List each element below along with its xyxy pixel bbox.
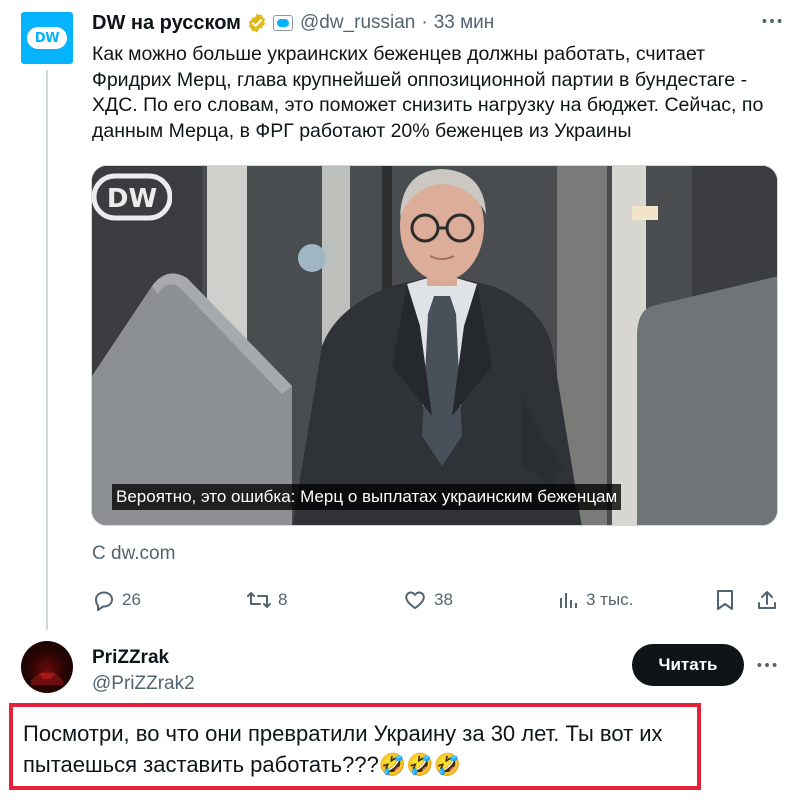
reply-display-name[interactable]: PriZZrak: [92, 647, 169, 669]
reply-count: 26: [122, 590, 141, 609]
like-count: 38: [434, 590, 453, 609]
reply-text: Посмотри, во что они превратили Украину …: [23, 721, 663, 777]
photo-illustration: [92, 166, 777, 525]
more-options-icon[interactable]: [757, 6, 787, 36]
verified-badge-icon: [248, 13, 266, 33]
handle[interactable]: @dw_russian: [300, 12, 415, 34]
retweet-icon: [247, 592, 271, 608]
tweet-header: DW на русском @dw_russian · 33 мин: [92, 10, 494, 36]
views-count: 3 тыс.: [586, 590, 634, 609]
svg-text:DW: DW: [107, 184, 157, 214]
reply-icon: [95, 591, 113, 611]
reply-avatar[interactable]: [21, 641, 73, 693]
retweet-count: 8: [278, 590, 288, 609]
separator: ·: [421, 12, 428, 33]
share-icon: [758, 591, 776, 609]
avatar-image: [31, 671, 63, 685]
link-card-image[interactable]: DW Вероятно, это ошибка: Мерц о выплатах…: [91, 165, 778, 526]
action-bar: 26 8 38 3 тыс.: [92, 585, 782, 615]
more-options-icon[interactable]: [752, 650, 782, 680]
affiliate-badge-icon[interactable]: [272, 15, 293, 31]
reply-button[interactable]: 26: [92, 585, 141, 615]
display-name[interactable]: DW на русском: [92, 12, 241, 35]
timestamp[interactable]: 33 мин: [434, 12, 495, 34]
avatar[interactable]: DW: [21, 12, 73, 64]
dw-watermark-icon: DW: [92, 173, 172, 221]
bookmark-icon: [717, 590, 733, 610]
tweet-dw: DW DW на русском @dw_russian · 33 мин Ка…: [0, 0, 807, 630]
link-source[interactable]: С dw.com: [92, 543, 175, 565]
follow-button[interactable]: Читать: [632, 644, 744, 686]
views-button[interactable]: 3 тыс.: [558, 585, 633, 615]
views-chart-icon: [560, 593, 577, 608]
tweet-text: Как можно больше украинских беженцев дол…: [92, 43, 764, 142]
thread-line: [46, 70, 48, 630]
share-button[interactable]: [756, 585, 784, 615]
like-button[interactable]: 38: [402, 585, 453, 615]
dw-logo: DW: [27, 27, 67, 49]
bookmark-button[interactable]: [714, 585, 742, 615]
heart-icon: [405, 591, 425, 609]
reply-handle[interactable]: @PriZZrak2: [92, 673, 195, 695]
retweet-button[interactable]: 8: [246, 585, 287, 615]
link-card-title[interactable]: Вероятно, это ошибка: Мерц о выплатах ук…: [112, 484, 622, 510]
